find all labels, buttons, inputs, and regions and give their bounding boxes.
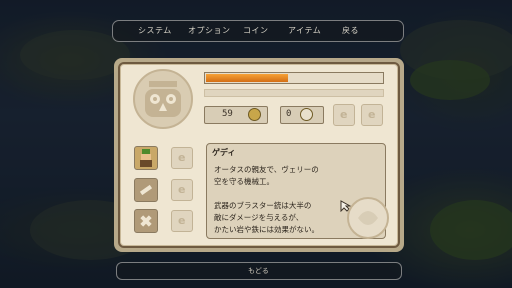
ability-slot[interactable]: e	[171, 147, 193, 169]
coin-icon	[248, 108, 261, 121]
health-bar	[204, 72, 384, 84]
owl-crest-emblem	[133, 69, 193, 129]
description-line: 敵にダメージを与えるが、	[214, 213, 304, 222]
slot-glyph: e	[178, 183, 186, 196]
equipment-slot[interactable]: e	[333, 104, 355, 126]
slot-glyph: e	[368, 108, 376, 121]
equipment-slot[interactable]: e	[361, 104, 383, 126]
menu-coins[interactable]: コイン	[243, 25, 269, 36]
seal-watermark-icon	[347, 197, 389, 239]
character-name: ゲディ	[212, 148, 236, 157]
description-line: かたい岩や鉄には効果がない。	[214, 225, 319, 234]
slot-glyph: e	[340, 108, 348, 121]
owl-icon	[145, 81, 181, 117]
hammer-icon	[140, 215, 152, 227]
back-hint-label[interactable]: もどる	[248, 266, 269, 276]
weapon-slot-blaster[interactable]	[134, 178, 158, 202]
character-portrait-geddy[interactable]	[134, 146, 158, 170]
slot-glyph: e	[178, 151, 186, 164]
token-icon	[300, 108, 313, 121]
health-bar-fill	[206, 74, 288, 82]
menu-system[interactable]: システム	[138, 25, 172, 36]
secondary-bar	[204, 89, 384, 97]
token-count: 0	[286, 109, 292, 119]
menu-options[interactable]: オプション	[188, 25, 231, 36]
description-line: 武器のブラスター銃は大半の	[214, 201, 312, 210]
description-line: オータスの親友で、ヴェリーの	[214, 165, 319, 174]
slot-glyph: e	[178, 214, 186, 227]
geddy-portrait-icon	[140, 149, 152, 167]
menu-items[interactable]: アイテム	[288, 25, 321, 36]
weapon-slot-grenade[interactable]	[134, 209, 158, 233]
ability-slot[interactable]: e	[171, 210, 193, 232]
description-line: 空を守る機械工。	[214, 177, 274, 186]
coin-count: 59	[222, 109, 233, 119]
ability-slot[interactable]: e	[171, 179, 193, 201]
menu-back[interactable]: 戻る	[342, 25, 359, 36]
blaster-icon	[139, 184, 153, 196]
